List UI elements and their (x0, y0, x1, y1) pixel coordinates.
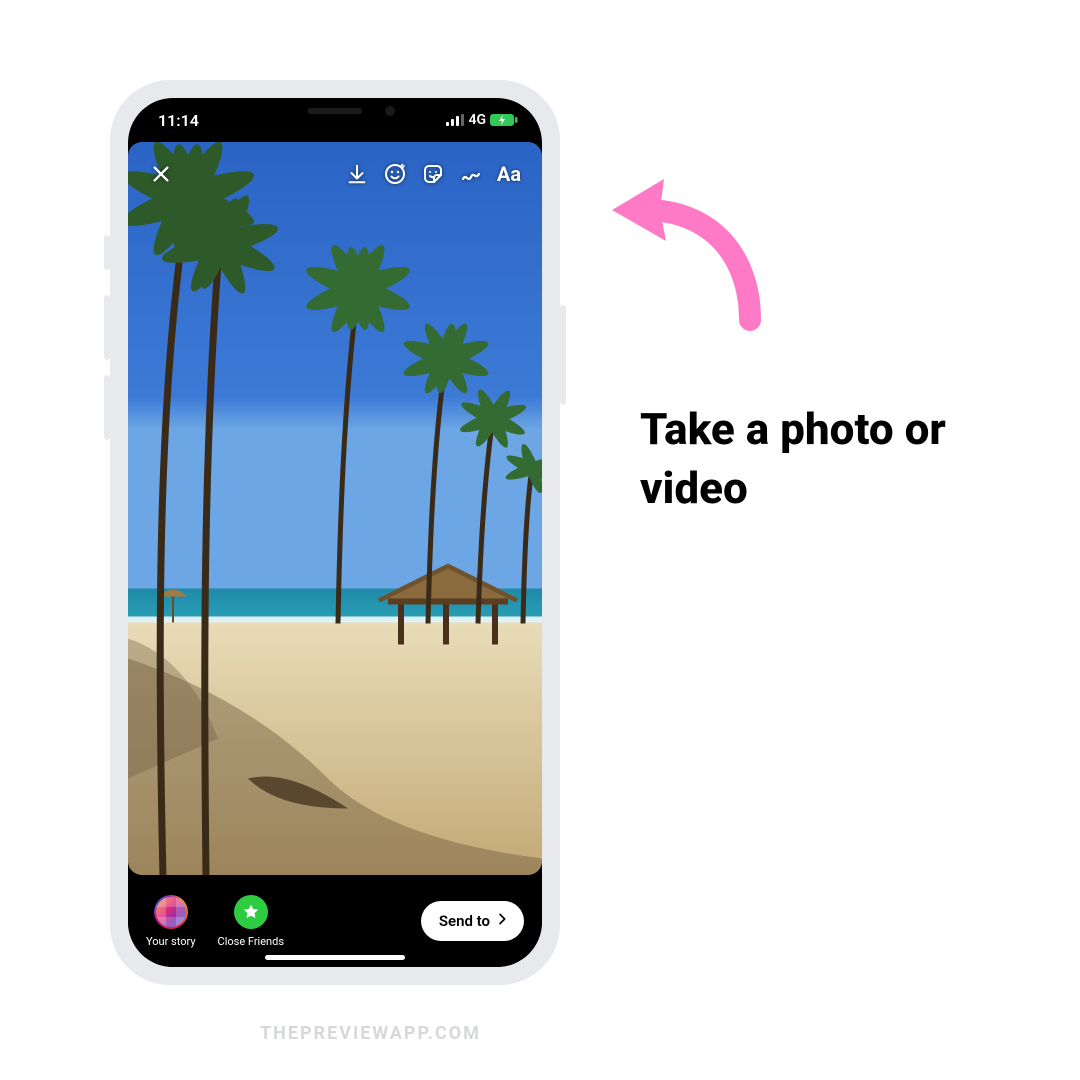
send-to-button[interactable]: Send to (421, 901, 524, 941)
close-friends-label: Close Friends (218, 935, 284, 948)
your-story-avatar-icon (154, 895, 188, 929)
story-editor-topbar: Aa (128, 152, 542, 196)
battery-charging-icon (490, 113, 518, 127)
effects-icon[interactable] (376, 155, 414, 193)
your-story-button[interactable]: Your story (146, 895, 196, 948)
chevron-right-icon (494, 911, 510, 931)
phone-screen: 11:14 4G (128, 98, 542, 967)
annotation-arrow-icon (600, 165, 780, 345)
annotation-caption: Take a photo or video (640, 400, 980, 519)
status-right: 4G (446, 112, 518, 128)
download-icon[interactable] (338, 155, 376, 193)
mute-switch (104, 235, 110, 270)
volume-up-button (104, 295, 110, 360)
sticker-icon[interactable] (414, 155, 452, 193)
phone-frame: 11:14 4G (110, 80, 560, 985)
phone-notch (230, 98, 440, 128)
close-friends-button[interactable]: Close Friends (218, 895, 284, 948)
volume-down-button (104, 375, 110, 440)
home-indicator[interactable] (265, 955, 405, 960)
send-to-label: Send to (439, 912, 490, 930)
story-editor-viewport: Aa (128, 142, 542, 875)
watermark: THEPREVIEWAPP.COM (260, 1023, 481, 1044)
draw-icon[interactable] (452, 155, 490, 193)
power-button (560, 305, 566, 405)
story-share-bar: Your story Close Friends Send to (128, 875, 542, 967)
signal-icon (446, 114, 464, 126)
status-network: 4G (468, 112, 486, 128)
text-tool-button[interactable]: Aa (490, 155, 528, 193)
close-friends-star-icon (234, 895, 268, 929)
status-time: 11:14 (158, 111, 199, 130)
story-photo (128, 142, 542, 875)
your-story-label: Your story (146, 935, 196, 948)
close-icon[interactable] (142, 155, 180, 193)
